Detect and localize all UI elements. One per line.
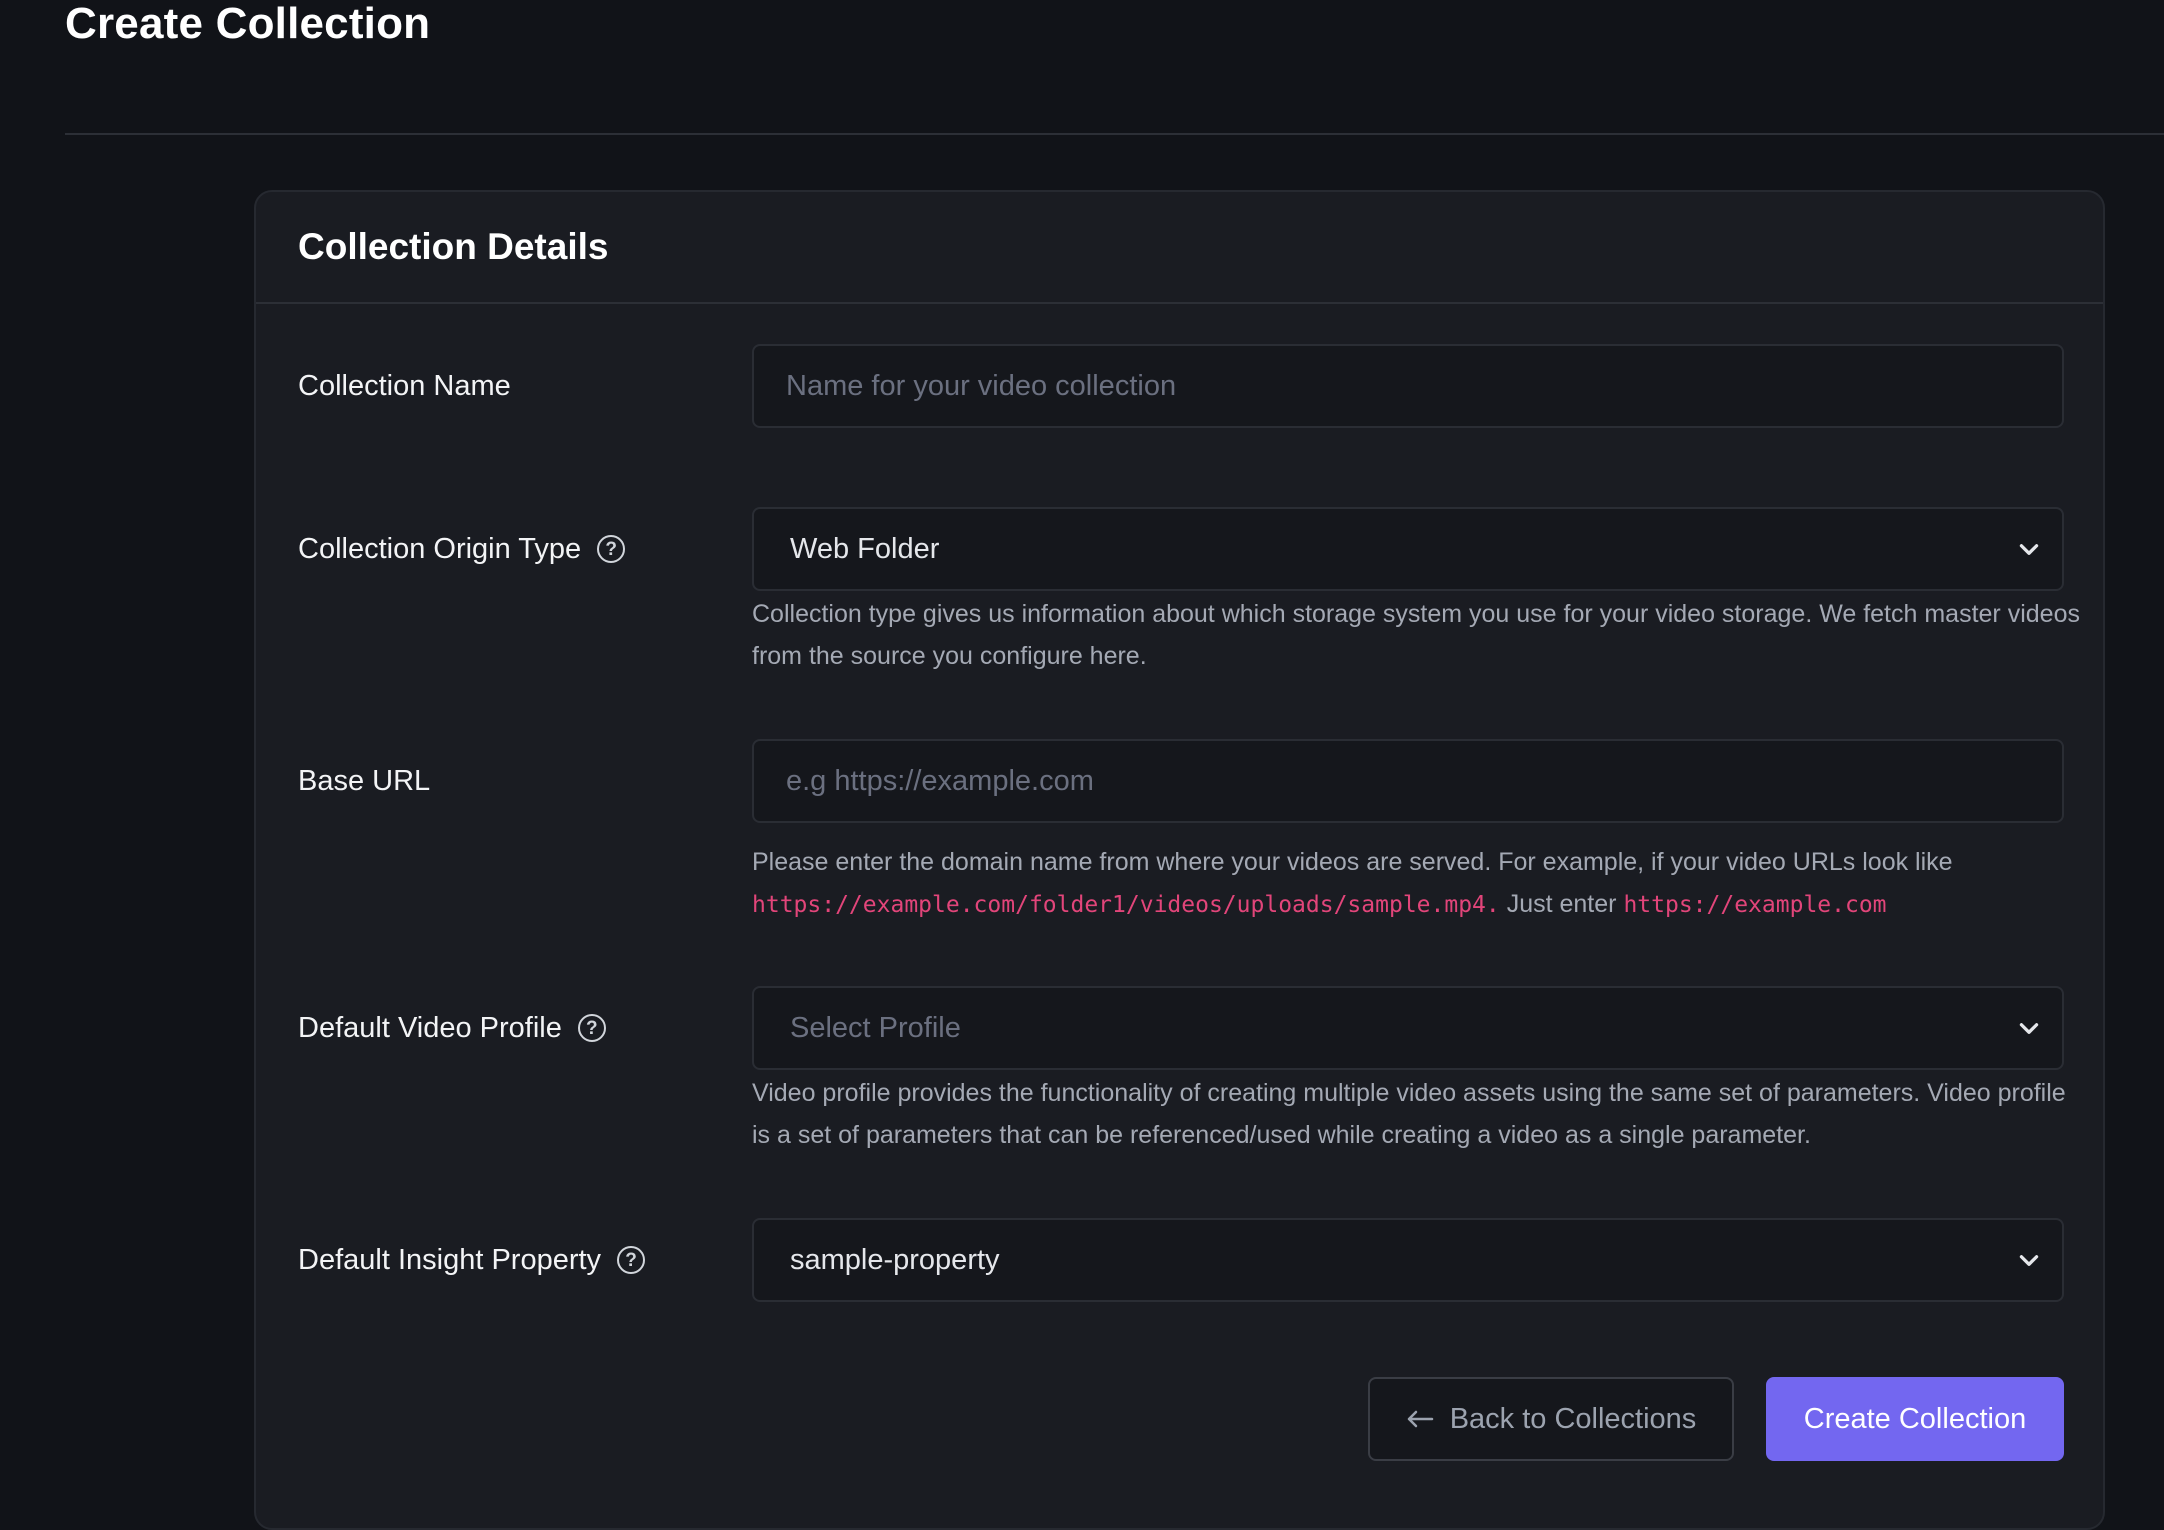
- base-url-input[interactable]: [754, 741, 2062, 821]
- origin-type-select[interactable]: Web Folder: [752, 507, 2064, 591]
- question-circle-icon[interactable]: ?: [617, 1246, 646, 1274]
- create-collection-button[interactable]: Create Collection: [1766, 1377, 2064, 1461]
- chevron-down-icon: [2019, 544, 2039, 555]
- base-url-help-middle: Just enter: [1506, 890, 1617, 918]
- base-url-help-prefix: Please enter the domain name from where …: [752, 848, 1953, 876]
- card-title: Collection Details: [298, 226, 609, 267]
- base-url-label: Base URL: [298, 763, 430, 799]
- page-title: Create Collection: [65, 0, 431, 48]
- video-profile-label: Default Video Profile ?: [298, 1010, 606, 1046]
- base-url-field: [752, 739, 2064, 823]
- collection-name-input[interactable]: [754, 346, 2062, 426]
- back-to-collections-label: Back to Collections: [1449, 1402, 1697, 1435]
- back-to-collections-button[interactable]: Back to Collections: [1368, 1377, 1734, 1461]
- chevron-down-icon: [2019, 1255, 2039, 1266]
- collection-name-field: [752, 344, 2064, 428]
- collection-name-label-text: Collection Name: [298, 370, 511, 402]
- base-url-help: Please enter the domain name from where …: [752, 841, 2082, 926]
- video-profile-help: Video profile provides the functionality…: [752, 1079, 2066, 1149]
- base-url-help-example: https://example.com/folder1/videos/uploa…: [752, 892, 1500, 918]
- collection-details-card: Collection Details Collection Name Colle…: [254, 190, 2105, 1530]
- video-profile-select[interactable]: Select Profile: [752, 986, 2064, 1070]
- base-url-help-base: https://example.com: [1623, 892, 1887, 918]
- arrow-left-icon: [1407, 1410, 1433, 1428]
- insight-property-label: Default Insight Property ?: [298, 1242, 646, 1278]
- page-header: Create Collection: [65, 0, 2164, 135]
- insight-property-select[interactable]: sample-property: [752, 1218, 2064, 1302]
- question-circle-icon[interactable]: ?: [577, 1014, 606, 1042]
- card-header: Collection Details: [256, 192, 2103, 304]
- collection-name-label: Collection Name: [298, 368, 511, 404]
- insight-property-label-text: Default Insight Property: [298, 1244, 602, 1276]
- question-circle-icon[interactable]: ?: [597, 535, 626, 563]
- create-collection-label: Create Collection: [1803, 1402, 2027, 1435]
- origin-type-label: Collection Origin Type ?: [298, 531, 626, 567]
- base-url-label-text: Base URL: [298, 765, 431, 797]
- chevron-down-icon: [2019, 1023, 2039, 1034]
- insight-property-selected-value: sample-property: [790, 1244, 1000, 1276]
- video-profile-placeholder: Select Profile: [790, 1012, 961, 1044]
- video-profile-label-text: Default Video Profile: [298, 1012, 562, 1044]
- origin-type-selected-value: Web Folder: [790, 533, 940, 565]
- origin-type-label-text: Collection Origin Type: [298, 533, 582, 565]
- origin-type-help: Collection type gives us information abo…: [752, 600, 2080, 670]
